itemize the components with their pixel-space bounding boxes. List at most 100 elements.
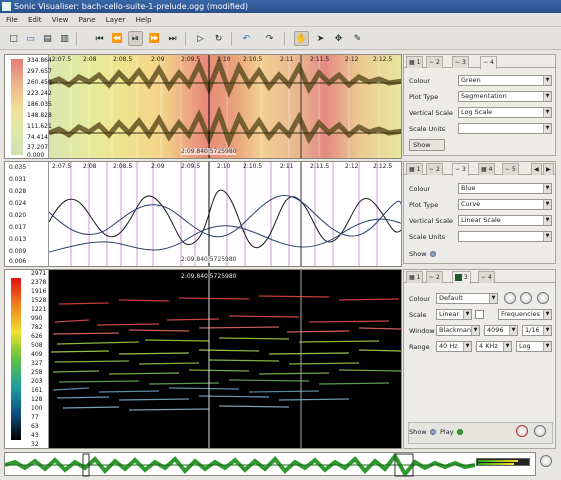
chevron-down-icon: ▼ bbox=[463, 342, 471, 351]
new-icon[interactable]: □ bbox=[6, 31, 21, 46]
rewind-start-icon[interactable]: ⏮ bbox=[92, 31, 107, 46]
colour-select[interactable]: Blue ▼ bbox=[458, 183, 552, 194]
scale-tick: 100 bbox=[31, 405, 43, 412]
overview-waveform[interactable] bbox=[4, 452, 536, 478]
frequency-scale-select[interactable]: Log ▼ bbox=[516, 341, 552, 352]
loop-icon[interactable]: ↻ bbox=[211, 31, 226, 46]
scale-units-select[interactable]: ▼ bbox=[458, 123, 552, 134]
scale-tick: 161 bbox=[31, 387, 43, 394]
range-max-select[interactable]: 4 KHz ▼ bbox=[476, 341, 512, 352]
show-led-icon bbox=[429, 429, 436, 435]
layer-tab-2[interactable]: ∼ 2 bbox=[426, 271, 443, 283]
scale-select[interactable]: Linear ▼ bbox=[436, 309, 472, 320]
layer-tab-3[interactable]: ∼ 3 bbox=[452, 56, 469, 68]
undo-icon[interactable]: ↶ bbox=[239, 31, 254, 46]
layer-tab-4[interactable]: ∽ 4 bbox=[478, 271, 495, 283]
time-ruler-label: 2:10 bbox=[217, 163, 231, 170]
draw-icon[interactable]: ✎ bbox=[350, 31, 365, 46]
scale-tick: 0.031 bbox=[9, 176, 27, 183]
tab-scroll-left-icon[interactable]: ◀ bbox=[531, 163, 542, 175]
window-type-select[interactable]: Blackman ▼ bbox=[436, 325, 480, 336]
open-icon[interactable]: ▭ bbox=[23, 31, 38, 46]
show-toggle[interactable]: Show bbox=[409, 250, 436, 258]
playback-gain-dial[interactable] bbox=[516, 425, 528, 437]
save-icon[interactable]: ▤ bbox=[40, 31, 55, 46]
layer-tab-3[interactable]: ∽ 3 bbox=[452, 163, 469, 176]
layer-tab-1[interactable]: ▦ 1 bbox=[406, 271, 424, 283]
menu-view[interactable]: View bbox=[52, 16, 69, 24]
scale-tick: 77 bbox=[31, 414, 39, 421]
layer-tab-1[interactable]: ▦ 1 bbox=[406, 56, 424, 68]
layer-tab-2[interactable]: ∼ 2 bbox=[426, 56, 443, 68]
navigate-icon[interactable]: ✋ bbox=[294, 31, 309, 46]
play-toggle[interactable]: Play bbox=[440, 428, 463, 436]
rewind-icon[interactable]: ⏪ bbox=[110, 31, 125, 46]
window-size-select[interactable]: 4096 ▼ bbox=[484, 325, 518, 336]
waveform-pane[interactable]: 334.864 297.657 260.450 223.242 186.035 … bbox=[4, 54, 402, 159]
cursor-readout: 2:09.840 5725980 bbox=[181, 273, 237, 280]
scale-tick: 0.020 bbox=[9, 212, 27, 219]
time-ruler-label: 2:12.5 bbox=[373, 163, 393, 170]
spectrogram-icon bbox=[455, 274, 462, 281]
plot-type-select[interactable]: Segmentation ▼ bbox=[458, 91, 552, 102]
show-toggle[interactable]: Show bbox=[409, 139, 445, 151]
time-ruler-label: 2:12 bbox=[345, 163, 359, 170]
time-ruler-label: 2:07.5 bbox=[52, 163, 72, 170]
move-icon[interactable]: ✥ bbox=[331, 31, 346, 46]
tab-scroll-right-icon[interactable]: ▶ bbox=[543, 163, 554, 175]
time-ruler-label: 2:12.5 bbox=[373, 56, 393, 63]
spectrogram-pane[interactable]: 2971 2378 1916 1528 1221 990 782 626 508… bbox=[4, 269, 402, 449]
forward-end-icon[interactable]: ⏭ bbox=[165, 31, 180, 46]
layer-tab-5[interactable]: ∼ 5 bbox=[502, 163, 519, 175]
scale-tick: 0.028 bbox=[9, 188, 27, 195]
curve-pane[interactable]: 0.035 0.031 0.028 0.024 0.020 0.017 0.01… bbox=[4, 161, 402, 267]
window-overlap-select[interactable]: 1/16 ▼ bbox=[522, 325, 552, 336]
play-pause-icon[interactable]: ⏯ bbox=[128, 31, 143, 46]
normalize-checkbox[interactable] bbox=[475, 310, 484, 319]
menu-help[interactable]: Help bbox=[136, 16, 152, 24]
bin-display-select[interactable]: Frequencies ▼ bbox=[498, 309, 552, 320]
colour-select[interactable]: Green ▼ bbox=[458, 75, 552, 86]
time-ruler-label: 2:09 bbox=[151, 56, 165, 63]
frequency-scale: 2971 2378 1916 1528 1221 990 782 626 508… bbox=[5, 270, 49, 448]
save-as-icon[interactable]: ▥ bbox=[57, 31, 72, 46]
colour-rotation-dial[interactable] bbox=[520, 292, 532, 304]
layer-tab-4[interactable]: ▦ 4 bbox=[478, 163, 496, 175]
menu-file[interactable]: File bbox=[6, 16, 18, 24]
range-min-select[interactable]: 40 Hz ▼ bbox=[436, 341, 472, 352]
menu-layer[interactable]: Layer bbox=[106, 16, 126, 24]
select-icon[interactable]: ➤ bbox=[313, 31, 328, 46]
scale-tick: 782 bbox=[31, 324, 43, 331]
vertical-scale-select[interactable]: Linear Scale ▼ bbox=[458, 215, 552, 226]
chevron-down-icon: ▼ bbox=[463, 310, 471, 319]
colour-scale-key bbox=[11, 278, 21, 440]
vertical-scale-select[interactable]: Log Scale ▼ bbox=[458, 107, 552, 118]
playback-pan-dial[interactable] bbox=[534, 425, 546, 437]
cursor-readout: 2:09.840 5725980 bbox=[181, 148, 237, 155]
scale-units-label: Scale Units bbox=[409, 125, 446, 133]
menu-edit[interactable]: Edit bbox=[28, 16, 42, 24]
speed-dial[interactable] bbox=[540, 455, 552, 467]
time-ruler-label: 2:11 bbox=[280, 56, 294, 63]
layer-tab-2[interactable]: ∼ 2 bbox=[426, 163, 443, 175]
colour-select[interactable]: Default ▼ bbox=[436, 293, 498, 304]
layer-tab-1[interactable]: ▦ 1 bbox=[406, 163, 424, 175]
layer-tab-4[interactable]: ∽ 4 bbox=[480, 56, 497, 69]
scale-tick: 203 bbox=[31, 378, 43, 385]
segmentation-scale: 334.864 297.657 260.450 223.242 186.035 … bbox=[5, 55, 52, 158]
gain-dial[interactable] bbox=[504, 292, 516, 304]
time-ruler-label: 2:11.5 bbox=[310, 56, 330, 63]
plot-type-select[interactable]: Curve ▼ bbox=[458, 199, 552, 210]
play-selection-icon[interactable]: ▷ bbox=[193, 31, 208, 46]
threshold-dial[interactable] bbox=[537, 292, 549, 304]
scale-units-select[interactable]: ▼ bbox=[458, 231, 552, 242]
show-toggle[interactable]: Show bbox=[409, 428, 436, 436]
time-ruler-label: 2:10.5 bbox=[243, 163, 263, 170]
redo-icon[interactable]: ↷ bbox=[262, 31, 277, 46]
menu-pane[interactable]: Pane bbox=[79, 16, 96, 24]
scale-tick: 0.035 bbox=[9, 164, 27, 171]
layer-tab-3[interactable]: 3 bbox=[452, 271, 471, 284]
scale-label: Scale bbox=[409, 311, 427, 319]
scale-tick: 409 bbox=[31, 351, 43, 358]
fast-forward-icon[interactable]: ⏩ bbox=[147, 31, 162, 46]
